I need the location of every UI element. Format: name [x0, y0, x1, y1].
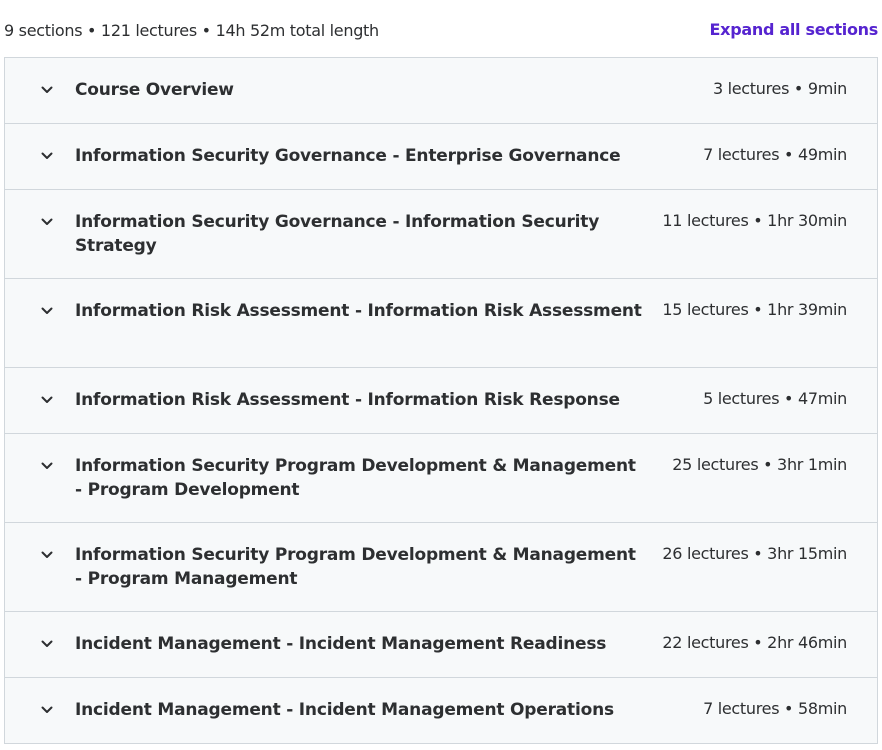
section-meta: 7 lectures • 58min [703, 699, 847, 718]
section-meta: 5 lectures • 47min [703, 389, 847, 408]
section-information-security-strategy[interactable]: Information Security Governance - Inform… [5, 190, 877, 279]
section-meta: 7 lectures • 49min [703, 145, 847, 164]
chevron-down-icon [39, 392, 55, 408]
section-information-risk-assessment[interactable]: Information Risk Assessment - Informatio… [5, 279, 877, 368]
section-meta: 25 lectures • 3hr 1min [672, 455, 847, 474]
section-meta: 26 lectures • 3hr 15min [662, 544, 847, 563]
section-program-management[interactable]: Information Security Program Development… [5, 523, 877, 612]
section-title: Information Security Governance - Inform… [75, 212, 600, 256]
section-title: Information Risk Assessment - Informatio… [75, 301, 642, 321]
chevron-down-icon [39, 214, 55, 230]
section-title: Information Risk Assessment - Informatio… [75, 390, 620, 410]
chevron-down-icon [39, 636, 55, 652]
chevron-down-icon [39, 702, 55, 718]
chevron-down-icon [39, 303, 55, 319]
section-title: Incident Management - Incident Managemen… [75, 700, 614, 720]
section-title: Information Security Program Development… [75, 545, 636, 589]
section-incident-management-operations[interactable]: Incident Management - Incident Managemen… [5, 678, 877, 744]
section-meta: 3 lectures • 9min [712, 79, 847, 98]
section-program-development[interactable]: Information Security Program Development… [5, 434, 877, 523]
chevron-down-icon [39, 82, 55, 98]
section-title: Information Security Governance - Enterp… [75, 146, 621, 166]
section-course-overview[interactable]: Course Overview 3 lectures • 9min [5, 58, 877, 124]
curriculum-summary-text: 9 sections • 121 lectures • 14h 52m tota… [4, 21, 379, 40]
section-information-risk-response[interactable]: Information Risk Assessment - Informatio… [5, 368, 877, 434]
chevron-down-icon [39, 547, 55, 563]
section-incident-management-readiness[interactable]: Incident Management - Incident Managemen… [5, 612, 877, 678]
section-meta: 22 lectures • 2hr 46min [662, 633, 847, 652]
section-meta: 11 lectures • 1hr 30min [662, 211, 847, 230]
section-title: Course Overview [75, 80, 234, 100]
section-title: Incident Management - Incident Managemen… [75, 634, 607, 654]
section-title: Information Security Program Development… [75, 456, 636, 500]
section-enterprise-governance[interactable]: Information Security Governance - Enterp… [5, 124, 877, 190]
section-meta: 15 lectures • 1hr 39min [662, 300, 847, 319]
chevron-down-icon [39, 458, 55, 474]
chevron-down-icon [39, 148, 55, 164]
curriculum-summary-bar: 9 sections • 121 lectures • 14h 52m tota… [0, 0, 882, 60]
section-list: Course Overview 3 lectures • 9min Inform… [4, 57, 878, 744]
expand-all-sections-button[interactable]: Expand all sections [710, 20, 879, 39]
